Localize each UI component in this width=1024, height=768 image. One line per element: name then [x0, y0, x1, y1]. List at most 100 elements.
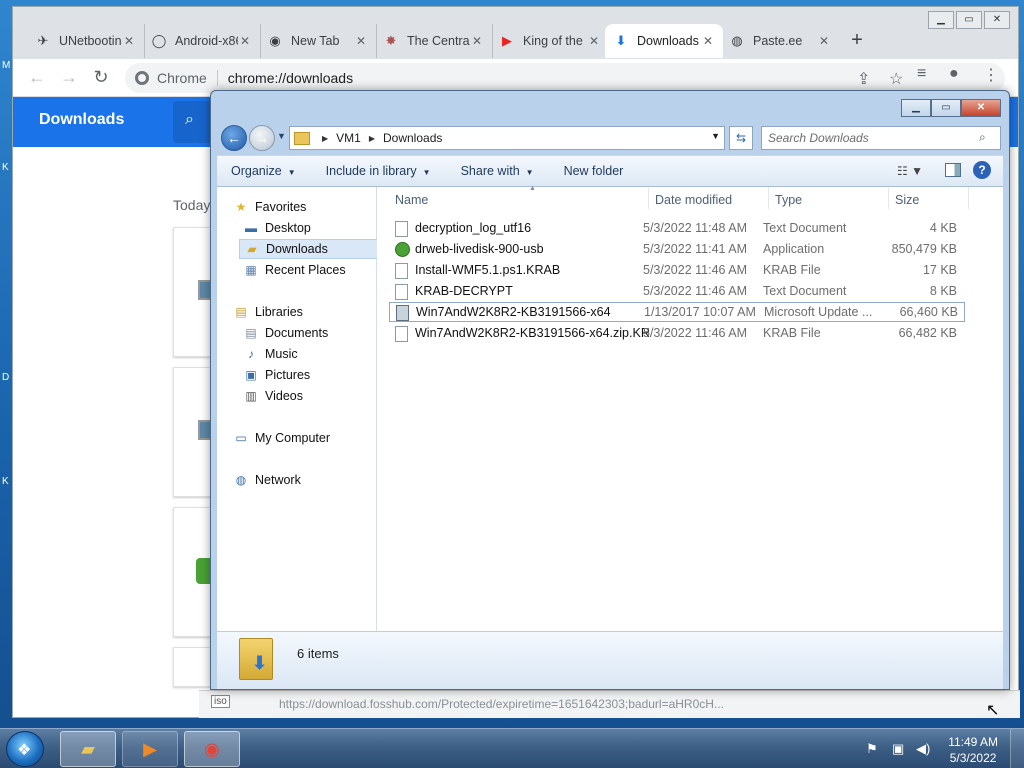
close-icon[interactable]: ✕	[817, 34, 831, 48]
text-document-icon	[395, 284, 408, 300]
organize-label: Organize	[231, 164, 282, 178]
clock-time: 11:49 AM	[948, 735, 998, 749]
tab-pastee[interactable]: ◍ Paste.ee ✕	[721, 24, 839, 58]
taskbar-chrome[interactable]: ◉	[184, 731, 240, 767]
close-icon[interactable]: ✕	[587, 34, 601, 48]
nav-favorites[interactable]: ★ Favorites	[233, 197, 389, 217]
change-view-icon[interactable]: ☷ ▼	[897, 164, 923, 178]
puzzle-icon: ✸	[385, 33, 397, 48]
desktop-icon-fragment: K	[2, 476, 9, 487]
maximize-button[interactable]: ▭	[931, 99, 961, 117]
volume-icon[interactable]: ◀)	[916, 741, 930, 757]
share-with-button[interactable]: Share with ▼	[461, 164, 534, 178]
reload-button[interactable]: ↻	[85, 67, 117, 88]
tab-new-tab[interactable]: ◉ New Tab ✕	[259, 24, 377, 58]
tab-downloads[interactable]: ⬇ Downloads ✕	[605, 24, 723, 58]
nav-documents[interactable]: ▤ Documents	[243, 323, 399, 343]
minimize-button[interactable]: ▁	[901, 99, 931, 117]
bookmark-star-icon[interactable]: ☆	[889, 69, 903, 89]
taskbar-media-player[interactable]: ▶	[122, 731, 178, 767]
chevron-down-icon[interactable]: ▼	[711, 131, 720, 141]
organize-button[interactable]: Organize ▼	[231, 164, 296, 178]
nav-desktop[interactable]: ▬ Desktop	[243, 218, 399, 238]
breadcrumb-vm1[interactable]: VM1	[336, 131, 361, 145]
download-card[interactable]	[173, 507, 214, 637]
close-button[interactable]: ✕	[984, 11, 1010, 29]
close-icon[interactable]: ✕	[470, 34, 484, 48]
preview-pane-icon[interactable]	[945, 163, 961, 177]
forward-button[interactable]: →	[53, 67, 85, 88]
tab-youtube[interactable]: ▶ King of the ✕	[491, 24, 609, 58]
tab-android[interactable]: ◯ Android-x86 ✕	[143, 24, 261, 58]
include-in-library-button[interactable]: Include in library ▼	[326, 164, 431, 178]
back-button[interactable]: ←	[21, 67, 53, 88]
download-card[interactable]	[173, 367, 214, 497]
nav-my-computer[interactable]: ▭ My Computer	[233, 428, 389, 448]
network-icon[interactable]: ▣	[892, 741, 904, 757]
breadcrumb-downloads[interactable]: Downloads	[383, 131, 442, 145]
address-bar[interactable]: Chrome chrome://downloads ⇪ ☆	[125, 63, 1005, 93]
file-name: Win7AndW2K8R2-KB3191566-x64.zip.KRAB	[415, 326, 651, 340]
nav-label: My Computer	[255, 431, 331, 445]
nav-downloads[interactable]: ▰ Downloads	[239, 239, 395, 259]
close-icon[interactable]: ✕	[701, 34, 715, 48]
new-folder-button[interactable]: New folder	[564, 164, 624, 178]
file-row-selected[interactable]: Win7AndW2K8R2-KB3191566-x64 1/13/2017 10…	[389, 302, 965, 322]
clock[interactable]: 11:49 AM 5/3/2022	[948, 734, 998, 766]
file-row[interactable]: Install-WMF5.1.ps1.KRAB 5/3/2022 11:46 A…	[389, 261, 965, 281]
breadcrumb[interactable]: ▶ VM1 ▶ Downloads ▼	[289, 126, 725, 150]
start-button[interactable]: ❖	[6, 731, 44, 767]
recent-pages-dropdown[interactable]: ▼	[277, 131, 286, 141]
minimize-button[interactable]: ▁	[928, 11, 954, 29]
chevron-right-icon[interactable]: ▶	[322, 134, 328, 143]
maximize-button[interactable]: ▭	[956, 11, 982, 29]
nav-network[interactable]: ◍ Network	[233, 470, 389, 490]
column-name[interactable]: ▲ Name	[389, 185, 649, 209]
file-date: 1/13/2017 10:07 AM	[644, 305, 756, 319]
help-icon[interactable]: ?	[973, 161, 991, 179]
reading-list-icon[interactable]: ≡	[917, 65, 926, 83]
nav-pictures[interactable]: ▣ Pictures	[243, 365, 399, 385]
search-input[interactable]	[761, 126, 1001, 150]
close-icon[interactable]: ✕	[122, 34, 136, 48]
chevron-down-icon: ▼	[422, 168, 431, 177]
chevron-down-icon: ▼	[287, 168, 296, 177]
update-package-icon	[396, 305, 409, 321]
tab-central[interactable]: ✸ The Central ✕	[375, 24, 493, 58]
date-group-label: Today	[173, 197, 211, 213]
file-row[interactable]: Win7AndW2K8R2-KB3191566-x64.zip.KRAB 5/3…	[389, 324, 965, 344]
download-card[interactable]	[173, 227, 214, 357]
taskbar-explorer[interactable]: ▰	[60, 731, 116, 767]
column-type[interactable]: Type	[769, 187, 889, 209]
share-icon[interactable]: ⇪	[857, 69, 870, 89]
new-tab-button[interactable]: +	[843, 27, 871, 55]
youtube-icon: ▶	[502, 33, 512, 48]
refresh-button[interactable]: ⇆	[729, 126, 753, 150]
nav-recent-places[interactable]: ▦ Recent Places	[243, 260, 399, 280]
menu-icon[interactable]: ⋮	[983, 65, 999, 85]
iso-icon[interactable]: iso	[211, 695, 230, 708]
tab-unetbootin[interactable]: ✈ UNetbootin ✕	[27, 24, 145, 58]
download-card[interactable]	[173, 647, 213, 687]
show-desktop-button[interactable]	[1010, 729, 1024, 768]
search-icon: ⌕	[185, 111, 194, 128]
column-date-modified[interactable]: Date modified	[649, 187, 769, 209]
nav-music[interactable]: ♪ Music	[243, 344, 399, 364]
back-button[interactable]: ←	[221, 125, 247, 151]
file-row[interactable]: drweb-livedisk-900-usb 5/3/2022 11:41 AM…	[389, 240, 965, 260]
action-center-flag-icon[interactable]: ⚑	[866, 741, 878, 757]
column-size[interactable]: Size	[889, 187, 969, 209]
desktop-icon-fragment: M	[2, 60, 11, 71]
file-type: Microsoft Update ...	[764, 305, 873, 319]
file-row[interactable]: KRAB-DECRYPT 5/3/2022 11:46 AM Text Docu…	[389, 282, 965, 302]
close-button[interactable]: ✕	[961, 99, 1001, 117]
nav-videos[interactable]: ▥ Videos	[243, 386, 399, 406]
close-icon[interactable]: ✕	[354, 34, 368, 48]
nav-libraries[interactable]: ▤ Libraries	[233, 302, 389, 322]
chevron-right-icon[interactable]: ▶	[369, 134, 375, 143]
downloads-folder-icon: ⬇	[239, 638, 273, 680]
file-row[interactable]: decryption_log_utf16 5/3/2022 11:48 AM T…	[389, 219, 965, 239]
profile-icon[interactable]: ●	[949, 65, 959, 83]
close-icon[interactable]: ✕	[238, 34, 252, 48]
forward-button[interactable]: →	[249, 125, 275, 151]
